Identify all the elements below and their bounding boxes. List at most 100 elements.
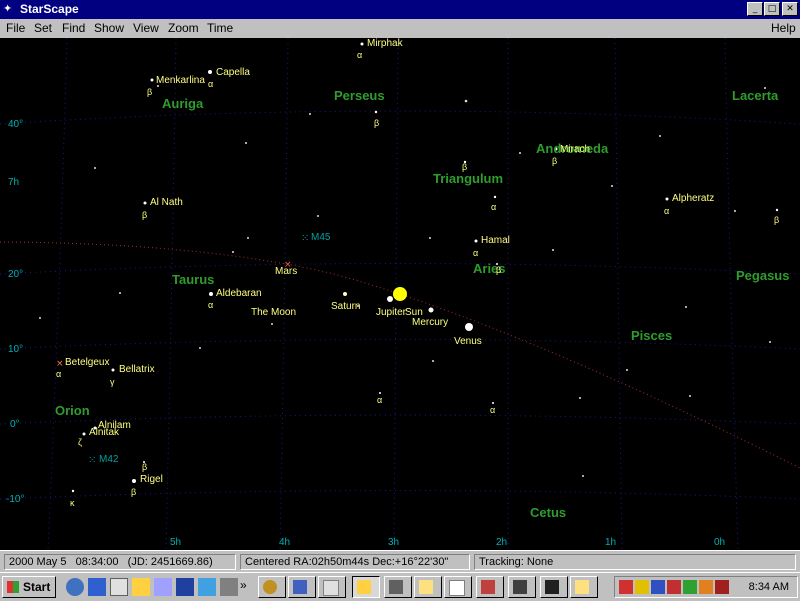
constellation-cetus[interactable]: Cetus (530, 506, 566, 519)
constellation-orion[interactable]: Orion (55, 404, 90, 417)
taskbar-button-8[interactable] (476, 576, 504, 598)
taskbar-button-1[interactable] (258, 576, 286, 598)
sky-map[interactable]: × × ⁙ ⁙ Auriga Perseus Lacerta Andromeda… (0, 38, 800, 550)
starscape-app-icon[interactable]: ✦ (3, 2, 17, 16)
star-betelgeux[interactable]: Betelgeux (65, 357, 109, 369)
greek-alpha-hamal: α (473, 248, 479, 258)
tray-network-icon[interactable] (651, 580, 665, 594)
sky-graphics: × × ⁙ ⁙ (0, 38, 800, 550)
quicklaunch-arrow-icon[interactable] (198, 578, 216, 596)
planet-label-mars[interactable]: Mars (275, 266, 297, 278)
taskbar-button-starscape[interactable] (352, 576, 380, 598)
menu-view[interactable]: View (133, 21, 159, 36)
ra-label-7h: 7h (8, 177, 20, 188)
menu-zoom[interactable]: Zoom (168, 21, 199, 36)
task-doc-icon (323, 580, 339, 596)
star-capella[interactable]: Capella (216, 67, 250, 79)
star-alpheratz[interactable]: Alpheratz (672, 193, 714, 205)
deepsky-m45[interactable]: M45 (311, 232, 330, 244)
ra-label-2h: 2h (496, 537, 508, 548)
saturn-marker (343, 292, 347, 296)
title-bar: ✦ StarScape _ □ ✕ (0, 0, 800, 19)
task-notepad-icon (449, 580, 465, 596)
maximize-button[interactable]: □ (764, 2, 780, 16)
tray-alert-icon[interactable] (667, 580, 681, 594)
menu-show[interactable]: Show (94, 21, 124, 36)
greek-alpha-pisces: α (377, 395, 383, 405)
taskbar-button-6[interactable] (414, 576, 442, 598)
planet-label-moon[interactable]: The Moon (251, 307, 296, 319)
mercury-marker (428, 307, 434, 313)
task-dos-icon (545, 580, 559, 594)
sun-marker (393, 287, 407, 301)
constellation-perseus[interactable]: Perseus (334, 89, 385, 102)
star-mirach[interactable]: Mirach (560, 144, 590, 156)
minimize-button[interactable]: _ (747, 2, 763, 16)
greek-beta-pegasus: β (774, 215, 780, 225)
jupiter-marker (387, 296, 393, 302)
status-centered: Centered RA:02h50m44s Dec:+16°22'30" (240, 554, 470, 570)
quicklaunch-ie-icon[interactable] (66, 578, 84, 596)
tray-status-icon[interactable] (683, 580, 697, 594)
menu-find[interactable]: Find (62, 21, 85, 36)
planet-label-mercury[interactable]: Mercury (412, 317, 448, 329)
taskbar-button-5[interactable] (384, 576, 412, 598)
dec-label-40: 40° (8, 119, 24, 130)
status-tracking: Tracking: None (474, 554, 796, 570)
taskbar-button-7[interactable] (444, 576, 472, 598)
menu-time[interactable]: Time (207, 21, 233, 36)
quicklaunch-explorer-icon[interactable] (88, 578, 106, 596)
tray-antivirus-icon[interactable] (619, 580, 633, 594)
constellation-triangulum[interactable]: Triangulum (433, 172, 503, 185)
deepsky-m42[interactable]: M42 (99, 454, 118, 466)
star-hamal[interactable]: Hamal (481, 235, 510, 247)
star-menkarlina[interactable]: Menkarlina (156, 75, 205, 87)
menu-help[interactable]: Help (771, 21, 796, 36)
taskbar-button-2[interactable] (288, 576, 316, 598)
star-mirphak[interactable]: Mirphak (367, 38, 403, 50)
taskbar-button-11[interactable] (570, 576, 598, 598)
greek-beta-rigel: β (131, 487, 137, 497)
task-starscape-icon (357, 580, 371, 594)
status-bar: 2000 May 5 08:34:00 (JD: 2451669.86) Cen… (0, 550, 800, 573)
taskbar-button-9[interactable] (508, 576, 536, 598)
start-button[interactable]: Start (2, 576, 56, 598)
greek-alpha-triangulum: α (491, 202, 497, 212)
tray-record-icon[interactable] (715, 580, 729, 594)
taskbar-button-10[interactable] (540, 576, 568, 598)
tray-speaker-icon[interactable] (635, 580, 649, 594)
close-button[interactable]: ✕ (782, 2, 798, 16)
quicklaunch-extra-icon[interactable] (220, 578, 238, 596)
greek-beta-triangulum: β (462, 162, 468, 172)
planet-label-venus[interactable]: Venus (454, 336, 482, 348)
constellation-taurus[interactable]: Taurus (172, 273, 214, 286)
constellation-pisces[interactable]: Pisces (631, 329, 672, 342)
quicklaunch-tool-icon[interactable] (176, 578, 194, 596)
constellation-pegasus[interactable]: Pegasus (736, 269, 789, 282)
quicklaunch-app-icon[interactable] (154, 578, 172, 596)
star-alnitak[interactable]: Alnitak (89, 427, 119, 439)
constellation-lacerta[interactable]: Lacerta (732, 89, 778, 102)
constellation-auriga[interactable]: Auriga (162, 97, 203, 110)
menu-set[interactable]: Set (34, 21, 52, 36)
star-al-nath[interactable]: Al Nath (150, 197, 183, 209)
quicklaunch-more-icon[interactable]: » (240, 578, 247, 592)
dec-label-10: 10° (8, 344, 24, 355)
tray-app-icon[interactable] (699, 580, 713, 594)
planet-label-jupiter[interactable]: Jupiter (376, 307, 406, 319)
menu-file[interactable]: File (6, 21, 25, 36)
quicklaunch-desktop-icon[interactable] (110, 578, 128, 596)
star-rigel[interactable]: Rigel (140, 474, 163, 486)
taskbar-button-3[interactable] (318, 576, 346, 598)
ra-label-1h: 1h (605, 537, 617, 548)
greek-alpha-betelgeux: α (56, 369, 62, 379)
greek-beta-al-nath: β (142, 210, 148, 220)
star-bellatrix[interactable]: Bellatrix (119, 364, 155, 376)
quicklaunch-star-icon[interactable] (132, 578, 150, 596)
svg-text:⁙: ⁙ (301, 233, 309, 244)
taskbar-clock[interactable]: 8:34 AM (749, 580, 789, 594)
star-aldebaran[interactable]: Aldebaran (216, 288, 262, 300)
planet-label-saturn[interactable]: Saturn (331, 301, 360, 313)
ra-label-5h: 5h (170, 537, 182, 548)
window-title: StarScape (20, 2, 79, 16)
